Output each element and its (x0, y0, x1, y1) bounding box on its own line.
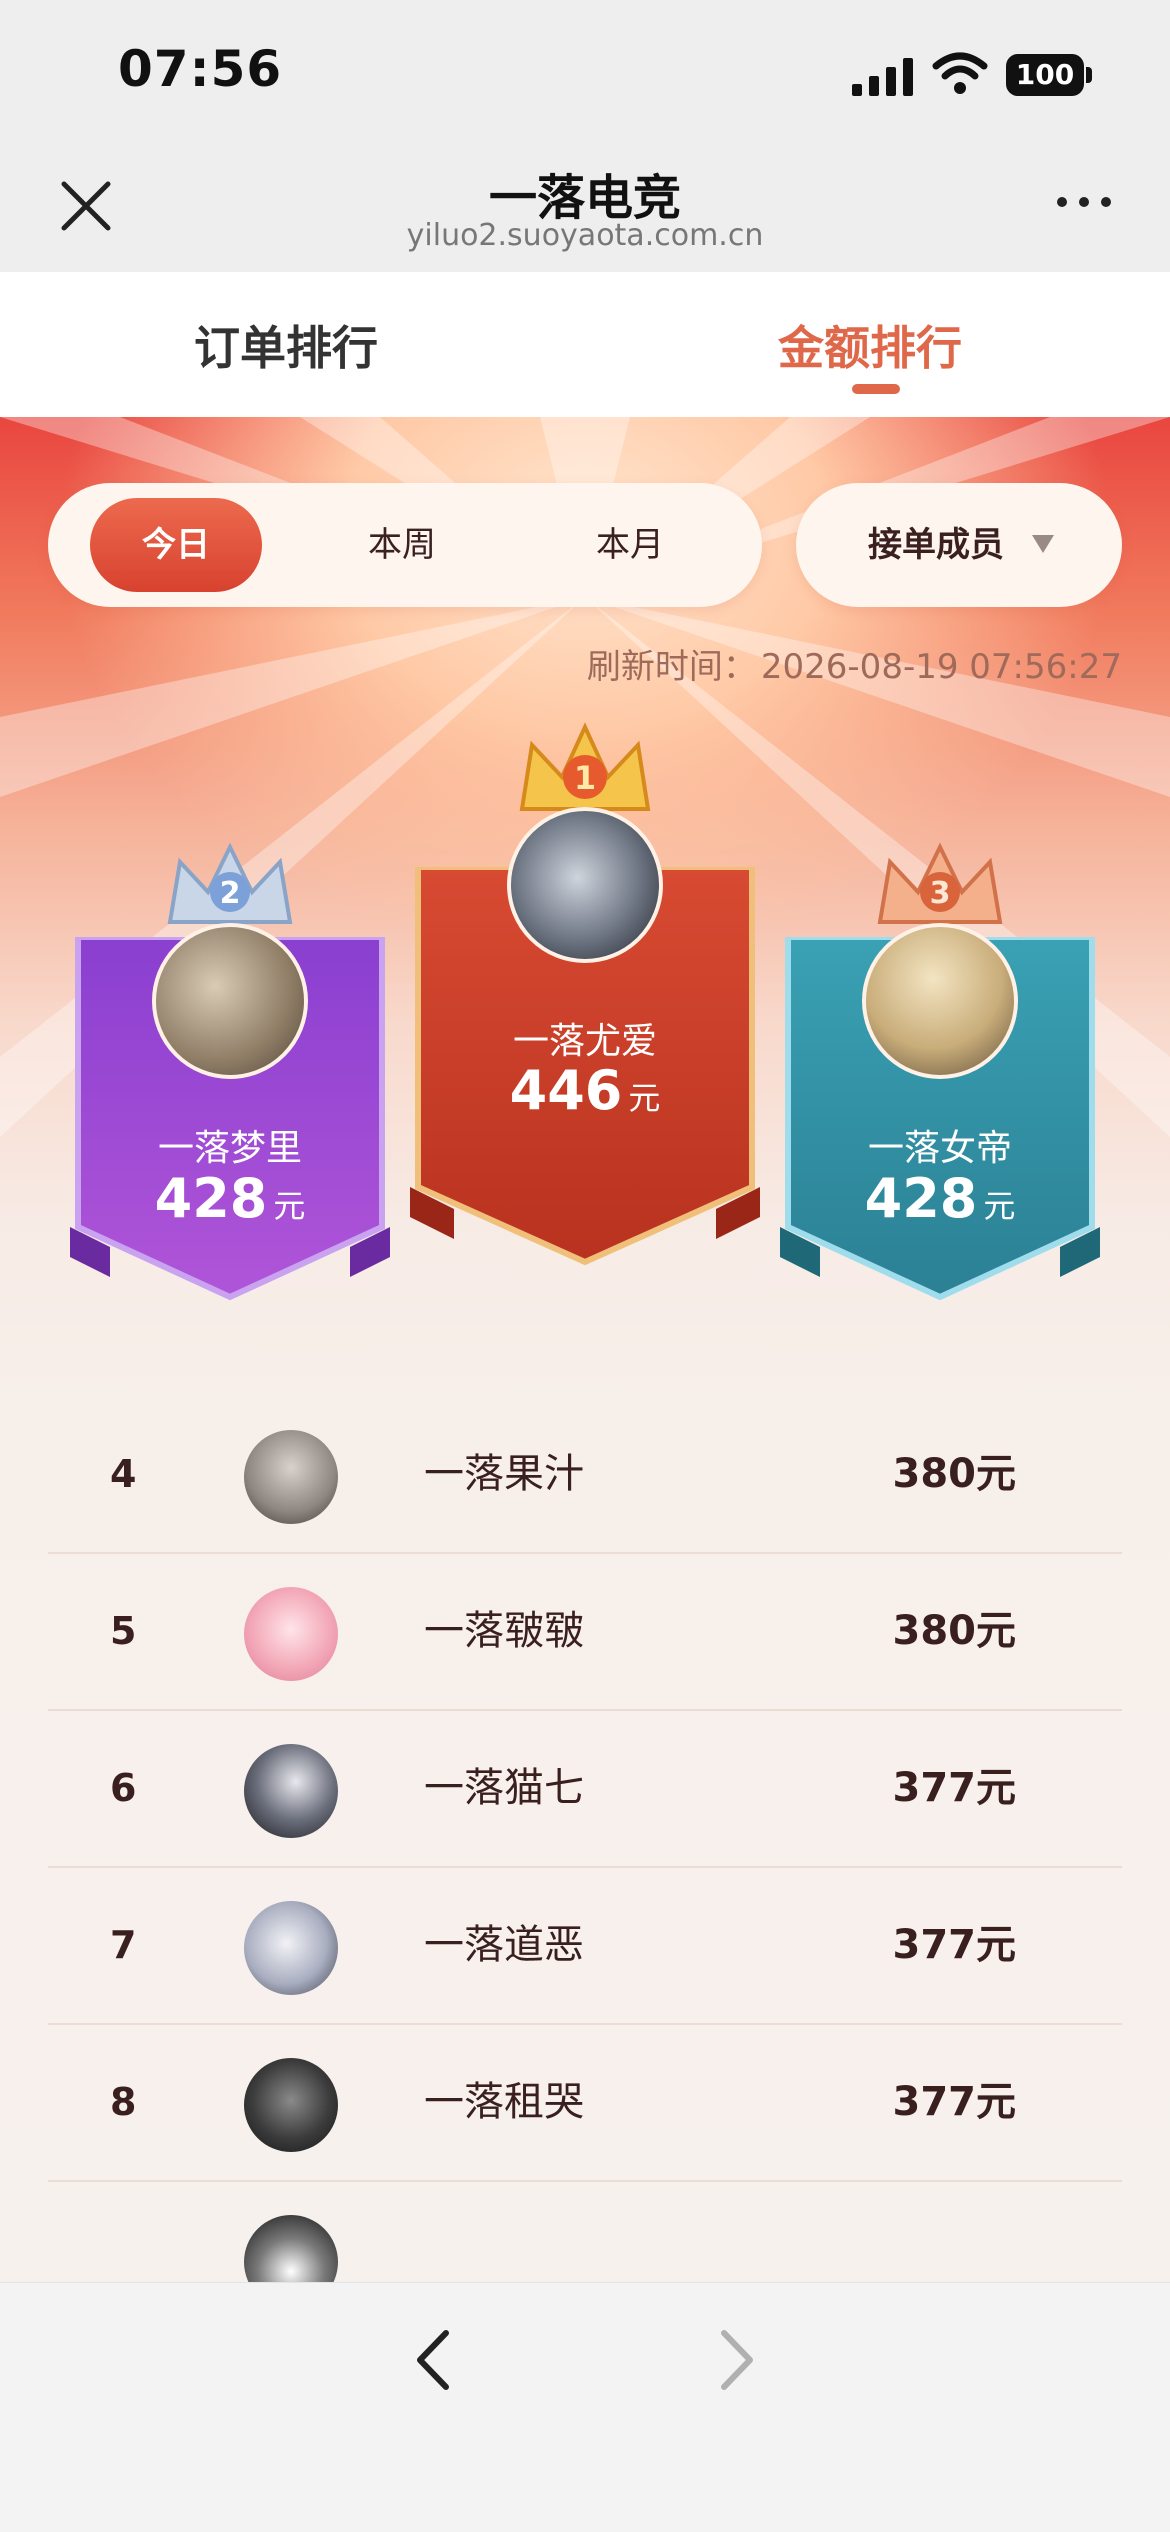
list-item[interactable]: 8 一落租哭 377元 (48, 2025, 1122, 2182)
ranking-tabs: 订单排行 金额排行 (0, 272, 1170, 417)
list-avatar (244, 1744, 338, 1838)
rank-1-name: 一落尤爱 (512, 1021, 657, 1062)
list-rank: 5 (110, 1609, 137, 1653)
period-today-button[interactable]: 今日 (90, 498, 262, 592)
period-week-button[interactable]: 本周 (368, 498, 436, 592)
rank-1-amount: 446 元 (509, 1059, 661, 1122)
rank-2-avatar (152, 923, 308, 1079)
wifi-icon (932, 52, 988, 94)
battery-icon: 100 (1006, 54, 1092, 96)
refresh-label: 刷新时间： (586, 647, 757, 687)
rank-3-name: 一落女帝 (867, 1128, 1012, 1169)
podium-rank-2[interactable]: 2 一落梦里 428 元 (70, 837, 390, 1397)
ranking-list: 4 一落果汁 380元 5 一落皲皲 380元 6 一落猫七 377元 7 一落… (0, 1397, 1170, 2282)
list-avatar (244, 1901, 338, 1995)
battery-level: 100 (1006, 54, 1084, 96)
period-selector: 今日 本周 本月 (48, 483, 762, 607)
rank-3-amount: 428 元 (864, 1167, 1016, 1230)
refresh-timestamp: 2026-08-19 07:56:27 (760, 647, 1122, 687)
list-item[interactable]: 4 一落果汁 380元 (48, 1397, 1122, 1554)
browser-bottom-bar (0, 2282, 1170, 2532)
list-name: 一落租哭 (424, 2079, 584, 2125)
member-dropdown[interactable]: 接单成员 (796, 483, 1122, 607)
cellular-signal-icon (852, 58, 913, 96)
list-rank: 6 (110, 1766, 137, 1810)
list-item[interactable]: 5 一落皲皲 380元 (48, 1554, 1122, 1711)
more-icon[interactable] (1056, 192, 1112, 212)
status-time: 07:56 (118, 40, 283, 98)
nav-bar: 一落电竞 yiluo2.suoyaota.com.cn (0, 150, 1170, 272)
list-name: 一落猫七 (424, 1765, 584, 1811)
list-rank: 7 (110, 1923, 137, 1967)
list-item[interactable]: 6 一落猫七 377元 (48, 1711, 1122, 1868)
rank-1-avatar (507, 807, 663, 963)
refresh-time: 刷新时间： 2026-08-19 07:56:27 (587, 639, 1122, 688)
svg-text:2: 2 (220, 876, 241, 911)
list-amount: 377元 (892, 1765, 1017, 1811)
leaderboard-hero: 今日 本周 本月 接单成员 刷新时间： 2026-08-19 07:56:27 2 (0, 417, 1170, 1397)
list-rank: 8 (110, 2080, 137, 2124)
list-avatar (244, 1430, 338, 1524)
page-url: yiluo2.suoyaota.com.cn (406, 218, 764, 253)
status-bar: 07:56 100 (0, 0, 1170, 150)
list-name: 一落道恶 (424, 1922, 584, 1968)
member-dropdown-label: 接单成员 (868, 525, 1004, 565)
period-month-button[interactable]: 本月 (596, 498, 664, 592)
list-amount: 380元 (892, 1451, 1017, 1497)
back-arrow-icon[interactable] (408, 2325, 458, 2395)
active-tab-indicator (852, 384, 900, 394)
list-item-partial[interactable] (48, 2182, 1122, 2282)
tab-order-ranking[interactable]: 订单排行 (194, 312, 378, 378)
tab-amount-ranking[interactable]: 金额排行 (778, 312, 962, 378)
caret-down-icon (1032, 535, 1054, 553)
forward-arrow-icon[interactable] (712, 2325, 762, 2395)
silver-crown-icon: 2 (167, 842, 293, 924)
podium-rank-3[interactable]: 3 一落女帝 428 元 (780, 837, 1100, 1397)
list-rank: 4 (110, 1452, 137, 1496)
list-amount: 377元 (892, 1922, 1017, 1968)
rank-2-amount: 428 元 (154, 1167, 306, 1230)
list-avatar (244, 2058, 338, 2152)
svg-text:1: 1 (574, 759, 596, 797)
list-name: 一落果汁 (424, 1451, 584, 1497)
list-avatar (244, 1587, 338, 1681)
list-amount: 380元 (892, 1608, 1017, 1654)
list-avatar (244, 2215, 338, 2282)
rank-3-avatar (862, 923, 1018, 1079)
list-amount: 377元 (892, 2079, 1017, 2125)
bronze-crown-icon: 3 (877, 842, 1003, 924)
list-name: 一落皲皲 (424, 1608, 584, 1654)
list-item[interactable]: 7 一落道恶 377元 (48, 1868, 1122, 2025)
svg-text:3: 3 (930, 876, 951, 911)
podium-rank-1[interactable]: 1 一落尤爱 446 元 (410, 717, 760, 1357)
rank-2-name: 一落梦里 (157, 1128, 302, 1169)
